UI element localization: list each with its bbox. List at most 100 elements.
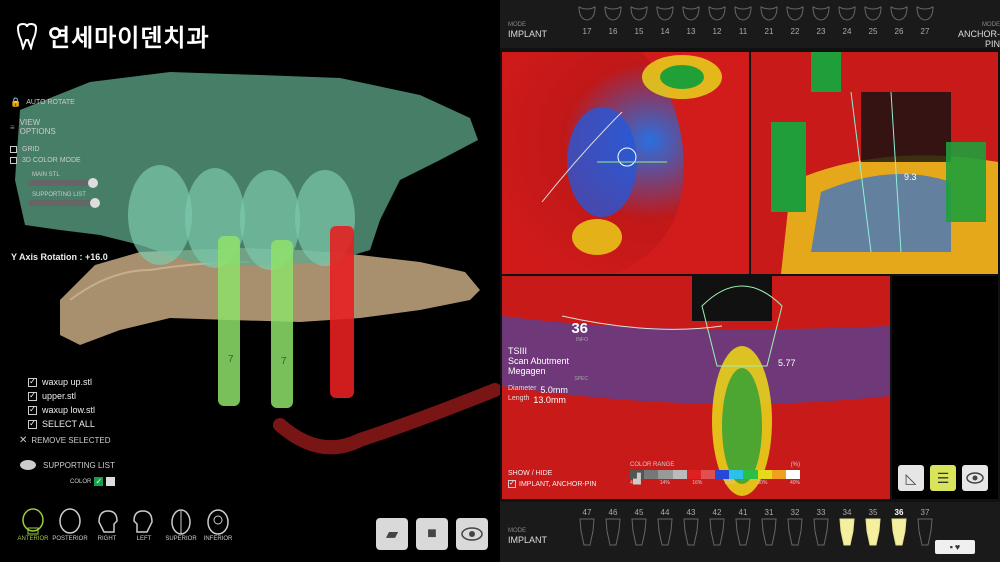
- skull-posterior-icon: [59, 508, 81, 534]
- tooth-41[interactable]: 41: [730, 508, 756, 552]
- tooth-45[interactable]: 45: [626, 508, 652, 552]
- chat-icon: ▪: [949, 542, 953, 552]
- tooth-15[interactable]: 15: [626, 4, 652, 36]
- tooth-24[interactable]: 24: [834, 4, 860, 36]
- color-swatch-green[interactable]: ✓: [94, 477, 104, 486]
- file-checkbox[interactable]: ✓: [28, 377, 37, 387]
- color-swatch-grey[interactable]: [106, 477, 116, 486]
- tooth-32[interactable]: 32: [782, 508, 808, 552]
- file-checkbox[interactable]: ✓: [28, 391, 37, 401]
- implant-green-2: [271, 240, 293, 408]
- tooth-shape-icon: [836, 517, 858, 552]
- file-checkbox[interactable]: ✓: [28, 405, 37, 415]
- tooth-number-label: 42: [712, 508, 722, 517]
- visibility-tool-button[interactable]: [962, 465, 988, 491]
- tooth-number-label: 13: [686, 27, 696, 36]
- lock-icon: 🔒: [10, 97, 22, 107]
- tooth-35[interactable]: 35: [860, 508, 886, 552]
- main-stl-slider[interactable]: [28, 178, 98, 188]
- color-picker: COLOR ✓: [70, 477, 116, 486]
- upper-tooth-selector: MODE IMPLANT 17 16 15 14 13 12 11 21 22 23 24 25 26 2…: [500, 0, 1000, 49]
- color-mode-checkbox[interactable]: [10, 157, 17, 164]
- tooth-12[interactable]: 12: [704, 4, 730, 36]
- auto-rotate-toggle[interactable]: 🔒 AUTO ROTATE: [10, 97, 110, 108]
- tooth-27[interactable]: 27: [912, 4, 938, 36]
- show-hide-panel: SHOW / HIDE ✓ IMPLANT, ANCHOR-PIN: [508, 470, 597, 488]
- tooth-13[interactable]: 13: [678, 4, 704, 36]
- file-item[interactable]: ✓ waxup up.stl: [28, 377, 95, 387]
- view-superior-button[interactable]: SUPERIOR: [164, 508, 198, 542]
- supporting-list-header[interactable]: SUPPORTING LIST: [19, 459, 115, 471]
- tooth-36[interactable]: 36: [886, 508, 912, 552]
- ruler-triangle-icon: ◺: [905, 469, 917, 486]
- tooth-46[interactable]: 46: [600, 508, 626, 552]
- tooth-17[interactable]: 17: [574, 4, 600, 36]
- ct-coronal-view[interactable]: [751, 52, 998, 274]
- tooth-number-label: 34: [842, 508, 852, 517]
- tooth-33[interactable]: 33: [808, 508, 834, 552]
- left-toolbar: ▰ ■: [376, 518, 488, 550]
- grid-checkbox[interactable]: [10, 146, 17, 153]
- select-all-checkbox[interactable]: ✓: [28, 419, 37, 429]
- tooth-21[interactable]: 21: [756, 4, 782, 36]
- supporting-list-slider[interactable]: [28, 198, 100, 208]
- implant-red: [330, 226, 354, 398]
- skull-left-icon: [133, 510, 153, 533]
- tooth-14[interactable]: 14: [652, 4, 678, 36]
- tooth-43[interactable]: 43: [678, 508, 704, 552]
- tooth-23[interactable]: 23: [808, 4, 834, 36]
- measure-tool-button[interactable]: ◺: [898, 465, 924, 491]
- tooth-number-label: 14: [660, 27, 670, 36]
- close-icon: ✕: [19, 435, 28, 446]
- tooth-number-label: 32: [790, 508, 800, 517]
- tooth-34[interactable]: 34: [834, 508, 860, 552]
- color-range-legend: COLOR RANGE (%) 4% 14% 16% 20% 30% 40%: [630, 462, 801, 486]
- implant-visibility-toggle[interactable]: ✓ IMPLANT, ANCHOR-PIN: [508, 480, 596, 488]
- remove-selected-button[interactable]: ✕ REMOVE SELECTED: [19, 435, 111, 446]
- tooth-shape-icon: [628, 4, 650, 27]
- file-item[interactable]: ✓ waxup low.stl: [28, 405, 95, 415]
- view-left-button[interactable]: LEFT: [127, 508, 161, 542]
- chat-heart-widget[interactable]: ▪ ♥: [935, 540, 975, 554]
- view-anterior-button[interactable]: ANTERIOR: [16, 508, 50, 542]
- implant-brand: Megagen: [508, 366, 546, 376]
- record-button[interactable]: ■: [416, 518, 448, 550]
- tooth-47[interactable]: 47: [574, 508, 600, 552]
- tooth-25[interactable]: 25: [860, 4, 886, 36]
- folder-button[interactable]: ▰: [376, 518, 408, 550]
- tooth-shape-icon: [836, 4, 858, 27]
- tooth-16[interactable]: 16: [600, 4, 626, 36]
- model-3d-viewport[interactable]: 7 7 연세마이덴치과 🔒 AUTO ROTATE ≡ VIEW OPTIONS…: [0, 0, 500, 562]
- tooth-shape-icon: [602, 517, 624, 552]
- tooth-31[interactable]: 31: [756, 508, 782, 552]
- tooth-number-label: 44: [660, 508, 670, 517]
- tooth-42[interactable]: 42: [704, 508, 730, 552]
- implant-visibility-checkbox[interactable]: ✓: [508, 480, 516, 488]
- measurement-top: 9.3: [904, 172, 917, 182]
- view-options-button[interactable]: ≡ VIEW OPTIONS: [10, 118, 110, 136]
- anchor-pin: [273, 383, 500, 455]
- tooth-shape-icon: [784, 4, 806, 27]
- visibility-button[interactable]: [456, 518, 488, 550]
- color-mode-toggle[interactable]: 3D COLOR MODE: [10, 157, 110, 164]
- layers-tool-button[interactable]: ☰: [930, 465, 956, 491]
- spec-label: SPEC: [574, 376, 588, 382]
- tooth-number-label: 21: [764, 27, 774, 36]
- view-inferior-button[interactable]: INFERIOR: [201, 508, 235, 542]
- grid-toggle[interactable]: GRID: [10, 146, 110, 153]
- tooth-44[interactable]: 44: [652, 508, 678, 552]
- tooth-22[interactable]: 22: [782, 4, 808, 36]
- diameter-row: Diameter 5.0mm: [508, 385, 568, 395]
- select-all-item[interactable]: ✓ SELECT ALL: [28, 419, 95, 429]
- ct-axial-view[interactable]: [502, 52, 749, 274]
- tooth-26[interactable]: 26: [886, 4, 912, 36]
- implant-green-1: [218, 236, 240, 406]
- lower-tooth-list: 47 46 45 44 43 42 41 31 32 33 34 35 36 37: [574, 508, 938, 552]
- view-right-button[interactable]: RIGHT: [90, 508, 124, 542]
- tooth-shape-icon: [706, 4, 728, 27]
- histogram-icon[interactable]: ▟: [633, 474, 641, 485]
- view-posterior-button[interactable]: POSTERIOR: [52, 508, 88, 542]
- file-item[interactable]: ✓ upper.stl: [28, 391, 95, 401]
- mode-indicator-bottom: MODE IMPLANT: [508, 528, 548, 545]
- tooth-11[interactable]: 11: [730, 4, 756, 36]
